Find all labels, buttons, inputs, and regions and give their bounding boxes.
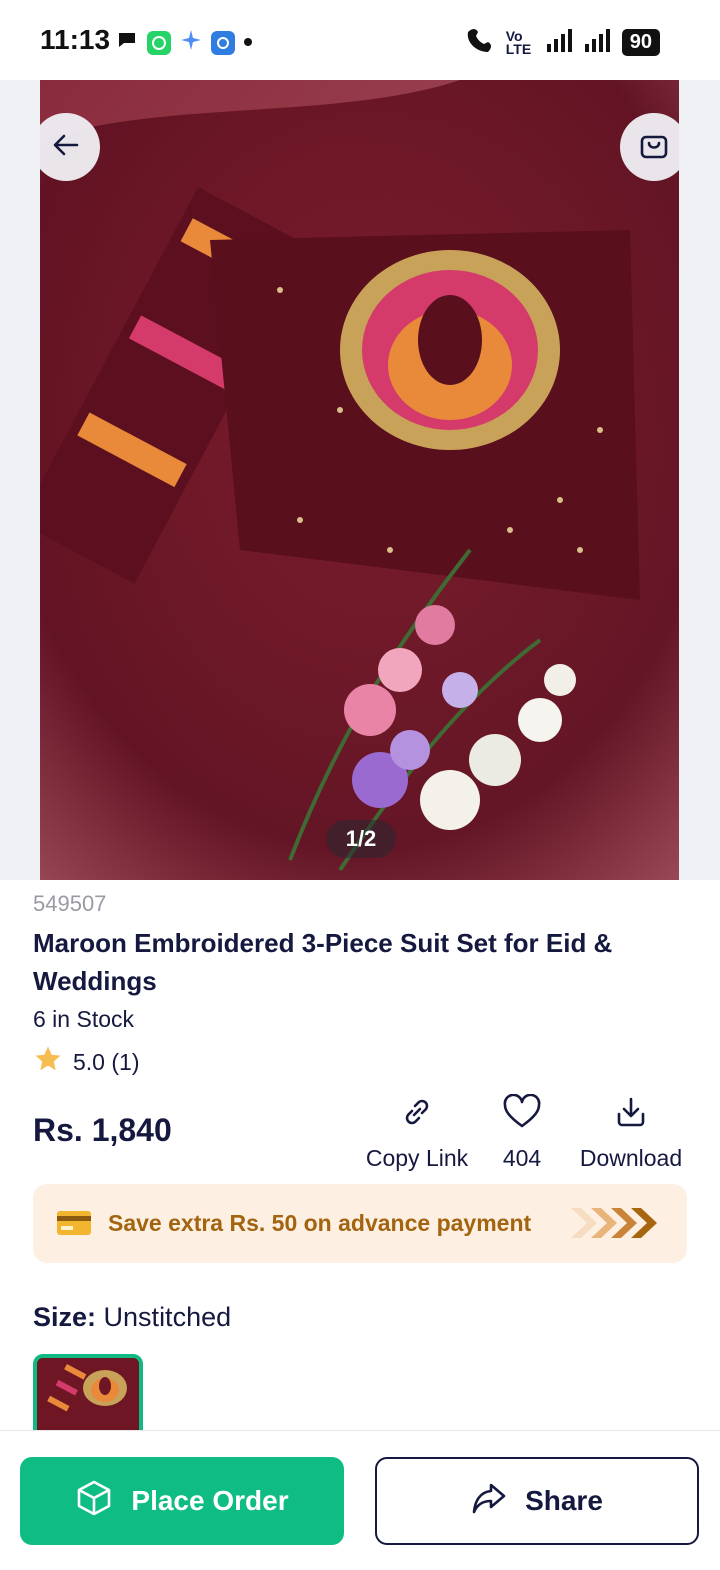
status-time: 11:13 [40,24,111,55]
size-thumbnail-image [37,1358,139,1440]
chevrons-right-icon [571,1208,657,1238]
signal-icon-2 [584,28,612,57]
signal-icon [546,28,574,57]
status-bar: 11:13 Vo LTE 90 [0,0,720,80]
share-label: Share [525,1485,603,1516]
copy-link-button[interactable]: Copy Link [364,1094,470,1172]
share-arrow-icon [471,1481,507,1522]
status-indicators: Vo LTE 90 [464,26,660,59]
battery-level: 90 [621,29,660,56]
heart-icon [502,1093,542,1135]
size-value: Unstitched [103,1302,232,1332]
bottom-action-bar: Place Order Share [0,1430,720,1570]
image-counter: 1/2 [326,820,396,858]
size-selector-label: Size: Unstitched [33,1302,231,1333]
download-icon [613,1094,649,1135]
chat-icon [115,28,139,57]
package-box-icon [75,1479,113,1524]
product-title: Maroon Embroidered 3-Piece Suit Set for … [33,928,613,996]
download-button[interactable]: Download [573,1094,689,1172]
status-notification-icons [115,28,253,57]
product-image-carousel[interactable]: 1/2 [0,80,720,880]
link-icon [399,1094,435,1135]
rating-value: 5.0 (1) [73,1048,140,1075]
place-order-label: Place Order [131,1485,289,1516]
arrow-left-icon [51,130,81,165]
star-icon [33,1044,63,1080]
copy-link-label: Copy Link [365,1145,469,1171]
shopping-bag-icon [638,129,670,166]
download-label: Download [579,1145,683,1171]
rating: 5.0 (1) [33,1044,139,1080]
place-order-button[interactable]: Place Order [20,1457,344,1545]
product-id: 549507 [33,891,107,916]
volte-label: Vo LTE [505,27,532,57]
stock-status: 6 in Stock [33,1006,134,1032]
share-button[interactable]: Share [375,1457,699,1545]
like-button[interactable]: 404 [500,1093,544,1172]
cart-button[interactable] [620,113,688,181]
back-button[interactable] [32,113,100,181]
product-photo [40,80,679,880]
wifi-call-icon [464,26,496,59]
promo-text: Save extra Rs. 50 on advance payment [108,1210,532,1236]
size-label: Size: [33,1302,97,1332]
like-count: 404 [502,1145,542,1171]
more-notifications-dot-icon [243,34,253,52]
credit-card-icon [57,1211,91,1235]
sync-app-icon [211,30,235,55]
product-price: Rs. 1,840 [33,1112,172,1148]
whatsapp-icon [147,30,171,55]
sparkle-icon [179,28,203,57]
advance-payment-banner[interactable]: Save extra Rs. 50 on advance payment [33,1184,687,1263]
